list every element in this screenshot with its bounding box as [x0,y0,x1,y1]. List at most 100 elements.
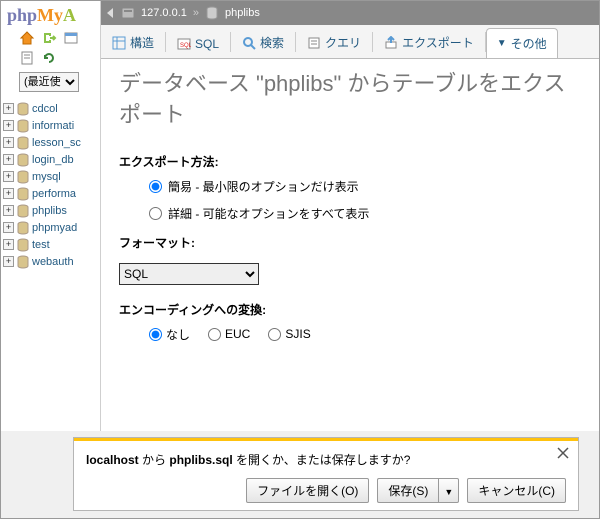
export-icon [384,36,398,50]
expand-icon[interactable]: + [3,103,14,114]
db-item[interactable]: + performa [3,185,98,202]
database-icon [16,204,30,218]
enc-euc-option[interactable]: EUC [208,326,250,343]
tab-search[interactable]: 検索 [231,27,295,58]
tab-label: その他 [511,35,547,52]
db-label[interactable]: test [32,239,50,251]
tab-sql[interactable]: SQL SQL [166,30,230,58]
database-icon [205,6,219,20]
expand-icon[interactable]: + [3,256,14,267]
method-custom-radio[interactable] [149,207,162,220]
dialog-area: localhost から phplibs.sql を開くか、または保存しますか?… [1,431,599,518]
tab-structure[interactable]: 構造 [101,27,165,58]
db-label[interactable]: lesson_sc [32,137,81,149]
encoding-group: なし EUC SJIS [119,326,581,343]
database-icon [16,102,30,116]
chevron-down-icon: ▼ [444,487,453,497]
reload-icon[interactable] [41,50,57,66]
db-item[interactable]: + mysql [3,168,98,185]
db-label[interactable]: informati [32,120,74,132]
db-item[interactable]: + lesson_sc [3,134,98,151]
query-window-icon[interactable] [63,30,79,46]
enc-sjis-option[interactable]: SJIS [268,326,310,343]
dialog-filename: phplibs.sql [169,453,232,467]
database-tree: + cdcol + informati + lesson_sc + login_db +… [1,98,100,270]
dialog-host: localhost [86,453,139,467]
dialog-text-2: を開くか、または保存しますか? [233,453,411,467]
expand-icon[interactable]: + [3,205,14,216]
svg-text:SQL: SQL [180,43,191,49]
enc-sjis-radio[interactable] [268,328,281,341]
open-file-button[interactable]: ファイルを開く(O) [246,478,369,503]
db-item[interactable]: + test [3,236,98,253]
enc-none-label[interactable]: なし [166,326,190,343]
tab-query[interactable]: クエリ [296,27,372,58]
database-icon [16,255,30,269]
tab-more[interactable]: ▼ その他 [486,28,558,59]
close-icon[interactable] [556,446,570,460]
db-item[interactable]: + informati [3,117,98,134]
database-icon [16,119,30,133]
method-quick-radio[interactable] [149,180,162,193]
logo-my: My [37,5,63,25]
format-select[interactable]: SQL [119,263,259,285]
expand-icon[interactable]: + [3,120,14,131]
method-quick-option[interactable]: 簡易 - 最小限のオプションだけ表示 [149,178,581,195]
db-label[interactable]: webauth [32,256,74,268]
page-title: データベース "phplibs" からテーブルをエクスポート [119,69,581,131]
db-label[interactable]: mysql [32,171,61,183]
expand-icon[interactable]: + [3,222,14,233]
expand-icon[interactable]: + [3,188,14,199]
sidebar-toolbar [1,28,100,50]
recent-select[interactable]: (最近使 [19,72,79,92]
method-custom-option[interactable]: 詳細 - 可能なオプションをすべて表示 [149,205,581,222]
enc-none-option[interactable]: なし [149,326,190,343]
db-item[interactable]: + webauth [3,253,98,270]
database-icon [16,136,30,150]
database-icon [16,238,30,252]
db-label[interactable]: phplibs [32,205,67,217]
expand-icon[interactable]: + [3,137,14,148]
expand-icon[interactable]: + [3,171,14,182]
query-icon [307,36,321,50]
tab-export[interactable]: エクスポート [373,27,485,58]
dialog-message: localhost から phplibs.sql を開くか、または保存しますか? [86,451,566,468]
db-label[interactable]: login_db [32,154,74,166]
db-label[interactable]: cdcol [32,103,58,115]
collapse-icon[interactable] [107,8,115,18]
db-item[interactable]: + login_db [3,151,98,168]
db-item[interactable]: + cdcol [3,100,98,117]
db-item[interactable]: + phplibs [3,202,98,219]
database-icon [16,153,30,167]
logo-php: php [7,5,37,25]
expand-icon[interactable]: + [3,239,14,250]
home-icon[interactable] [19,30,35,46]
sql-icon: SQL [177,37,191,51]
dropdown-caret-icon: ▼ [497,38,507,49]
logo-a: A [63,5,76,25]
enc-euc-label[interactable]: EUC [225,327,250,341]
encoding-label: エンコーディングへの変換: [119,301,581,318]
method-quick-label[interactable]: 簡易 - 最小限のオプションだけ表示 [168,178,359,195]
docs-icon[interactable] [19,50,35,66]
enc-euc-radio[interactable] [208,328,221,341]
logout-icon[interactable] [41,30,57,46]
tab-label: SQL [195,37,219,51]
expand-icon[interactable]: + [3,154,14,165]
dialog-text-1: から [139,453,170,467]
db-label[interactable]: phpmyad [32,222,77,234]
database-link[interactable]: phplibs [225,7,260,19]
enc-none-radio[interactable] [149,328,162,341]
structure-icon [112,36,126,50]
server-icon [121,6,135,20]
db-item[interactable]: + phpmyad [3,219,98,236]
save-dropdown-button[interactable]: ▼ [438,478,459,503]
save-button[interactable]: 保存(S) [377,478,438,503]
enc-sjis-label[interactable]: SJIS [285,327,310,341]
cancel-button[interactable]: キャンセル(C) [467,478,566,503]
tab-label: 構造 [130,34,154,51]
db-label[interactable]: performa [32,188,76,200]
server-link[interactable]: 127.0.0.1 [141,7,187,19]
method-custom-label[interactable]: 詳細 - 可能なオプションをすべて表示 [168,205,369,222]
database-icon [16,187,30,201]
